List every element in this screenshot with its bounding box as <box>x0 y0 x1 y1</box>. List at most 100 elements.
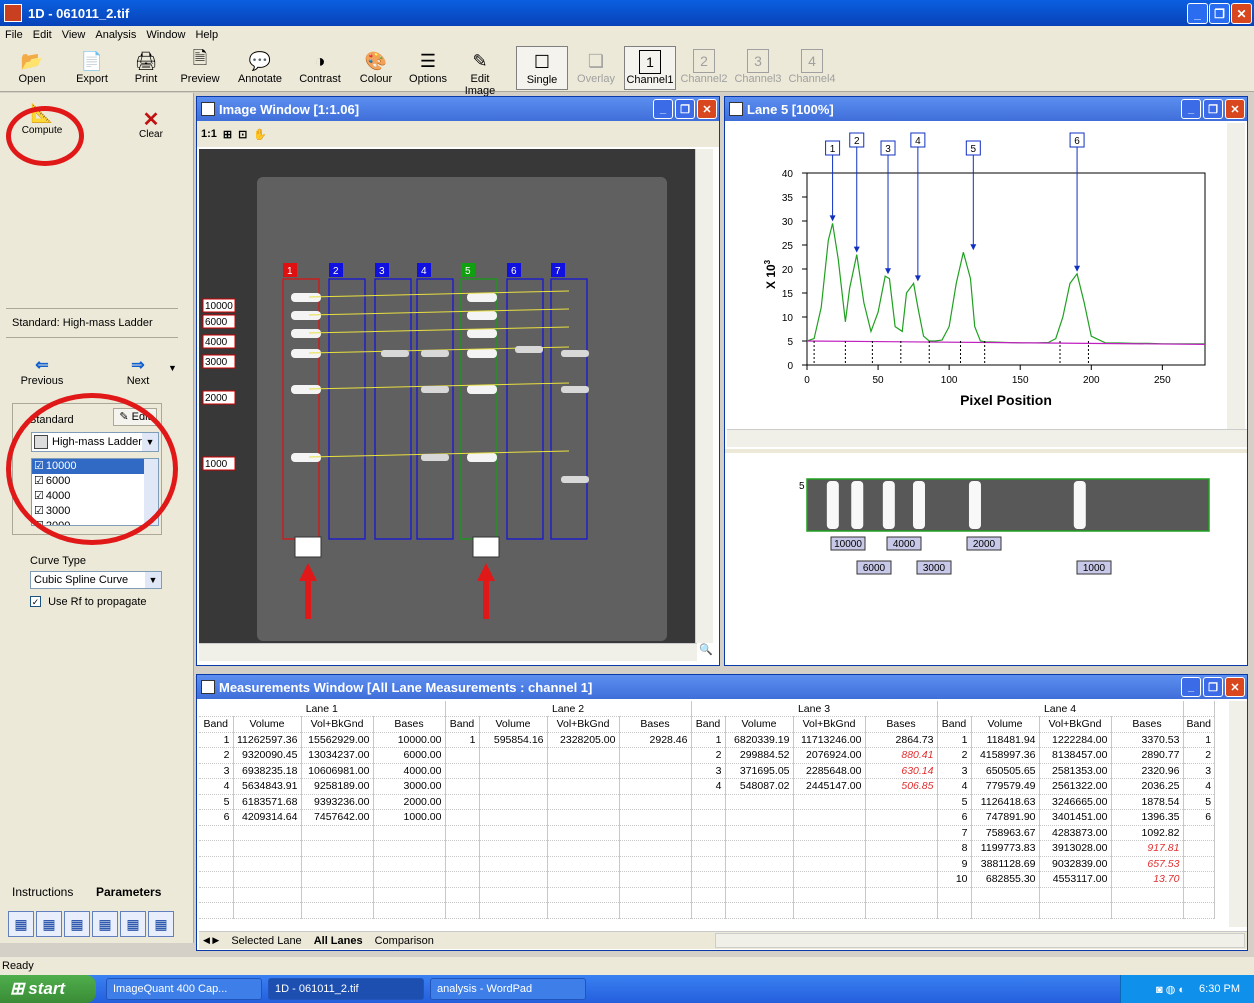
table-row[interactable]: 5 6183571.68 9393236.00 2000.00 5 1126418.63 3… <box>199 794 1216 810</box>
close-button[interactable]: ✕ <box>697 99 717 119</box>
tab-all-lanes[interactable]: All Lanes <box>314 935 363 947</box>
table-cell: 5 <box>937 794 972 810</box>
table-row[interactable]: 6 4209314.64 7457642.00 1000.00 6 747891.90 34… <box>199 809 1216 826</box>
lane-profile-chart[interactable]: 05101520253035400 50 100 150 200 250X 103Pixe… <box>727 123 1247 453</box>
table-row[interactable]: 7 758963.67 4283873.00 1092.82 <box>199 825 1216 841</box>
gel-band <box>291 349 321 358</box>
table-cell: 3 <box>1183 763 1216 779</box>
standard-lane-marker-icon[interactable] <box>472 536 500 558</box>
table-row[interactable]: 9 3881128.69 9032839.00 657.53 <box>199 856 1216 872</box>
edit-icon[interactable]: ▦ <box>148 911 174 937</box>
tab-instructions[interactable]: Instructions <box>12 885 73 899</box>
menu-help[interactable]: Help <box>190 29 223 41</box>
options-button[interactable]: ☰ Options <box>402 46 454 90</box>
maximize-button[interactable]: ❐ <box>1209 3 1230 24</box>
minimize-button[interactable]: _ <box>1181 677 1201 697</box>
zoom-1to1-button[interactable]: 1:1 <box>201 128 217 140</box>
single-button[interactable]: ☐ Single <box>516 46 568 90</box>
curve-type-select[interactable]: Cubic Spline Curve ▼ <box>30 571 162 589</box>
menu-analysis[interactable]: Analysis <box>90 29 141 41</box>
measurements-vertical-scrollbar[interactable] <box>1229 701 1247 927</box>
minimize-button[interactable]: _ <box>1181 99 1201 119</box>
window-icon <box>201 102 215 116</box>
maximize-button[interactable]: ❐ <box>675 99 695 119</box>
print-button[interactable]: 🖨 Print <box>120 46 172 90</box>
tab-scroll-left-icon[interactable]: ◀ ▶ <box>203 935 219 946</box>
clear-button[interactable]: ✕ Clear <box>128 107 174 147</box>
next-dropdown-icon[interactable]: ▼ <box>168 363 177 373</box>
tab-parameters[interactable]: Parameters <box>96 885 161 899</box>
table-row[interactable] <box>199 902 1216 919</box>
column-header: Band <box>691 716 726 733</box>
zoom-region-icon[interactable]: ⊡ <box>238 128 247 141</box>
maximize-button[interactable]: ❐ <box>1203 677 1223 697</box>
channel2-button[interactable]: 2 Channel2 <box>678 46 730 90</box>
table-row[interactable] <box>199 887 1216 903</box>
table-row[interactable]: 10 682855.30 4553117.00 13.70 <box>199 871 1216 888</box>
measurements-horizontal-scrollbar[interactable] <box>715 933 1245 948</box>
horizontal-scrollbar[interactable] <box>199 643 697 661</box>
table-icon[interactable]: ▦ <box>8 911 34 937</box>
menu-window[interactable]: Window <box>141 29 190 41</box>
grid-icon[interactable]: ▦ <box>92 911 118 937</box>
lane-strip-image[interactable] <box>806 478 1210 532</box>
table-cell: 2328205.00 <box>547 732 620 748</box>
close-button[interactable]: ✕ <box>1225 99 1245 119</box>
magnifier-icon[interactable]: 🔍 <box>697 643 715 661</box>
curve-icon[interactable]: ▦ <box>120 911 146 937</box>
use-rf-checkbox[interactable]: ✓ Use Rf to propagate <box>30 596 147 608</box>
table-cell: 5 <box>199 794 234 810</box>
task-imagequant[interactable]: ImageQuant 400 Cap... <box>106 978 262 1000</box>
table-cell <box>1183 902 1216 919</box>
chart-horizontal-scrollbar[interactable] <box>727 429 1247 447</box>
hand-pan-icon[interactable]: ✋ <box>253 128 267 141</box>
open-button[interactable]: 📂 Open <box>6 46 58 90</box>
export-button[interactable]: 📄 Export <box>66 46 118 90</box>
table-row[interactable]: 4 5634843.91 9258189.00 3000.00 4 548087.02 24… <box>199 778 1216 795</box>
table-cell: 2285648.00 <box>793 763 866 779</box>
colour-button[interactable]: 🎨 Colour <box>350 46 402 90</box>
chevron-down-icon: ▼ <box>145 572 161 588</box>
table-row[interactable]: 1 11262597.36 15562929.00 10000.00 1 595854.1… <box>199 732 1216 748</box>
task-wordpad[interactable]: analysis - WordPad <box>430 978 586 1000</box>
tray-icons[interactable]: ◙ ◍ ◐ <box>1156 983 1185 996</box>
tab-selected-lane[interactable]: Selected Lane <box>231 935 301 947</box>
contrast-button[interactable]: ◑ Contrast <box>294 46 346 90</box>
table-active-icon[interactable]: ▦ <box>36 911 62 937</box>
maximize-button[interactable]: ❐ <box>1203 99 1223 119</box>
table-cell: 13.70 <box>1111 871 1184 888</box>
overlay-button[interactable]: ❏ Overlay <box>570 46 622 90</box>
minimize-button[interactable]: _ <box>653 99 673 119</box>
close-button[interactable]: ✕ <box>1225 677 1245 697</box>
zoom-fit-icon[interactable]: ⊞ <box>223 128 232 141</box>
standard-lane-marker-icon[interactable] <box>294 536 322 558</box>
menu-view[interactable]: View <box>57 29 91 41</box>
table-row[interactable]: 3 6938235.18 10606981.00 4000.00 3 371695.05 2… <box>199 763 1216 779</box>
table-cell <box>865 809 938 826</box>
edit-image-button[interactable]: ✎ Edit Image <box>454 46 506 98</box>
channel4-button[interactable]: 4 Channel4 <box>786 46 838 90</box>
lane-strip[interactable]: 5 10000 6000 4000 3000 2000 1000 <box>727 453 1247 663</box>
table-cell <box>619 825 692 841</box>
graph-icon[interactable]: ▦ <box>64 911 90 937</box>
table-row[interactable]: 2 9320090.45 13034237.00 6000.00 2 299884.52 2… <box>199 747 1216 764</box>
vertical-scrollbar[interactable] <box>695 149 713 643</box>
preview-button[interactable]: 🗎 Preview <box>174 46 226 90</box>
channel3-button[interactable]: 3 Channel3 <box>732 46 784 90</box>
table-cell <box>865 840 938 857</box>
menu-edit[interactable]: Edit <box>28 29 57 41</box>
table-cell <box>1039 902 1112 919</box>
menu-file[interactable]: File <box>0 29 28 41</box>
annotate-button[interactable]: 💬 Annotate <box>234 46 286 90</box>
minimize-button[interactable]: _ <box>1187 3 1208 24</box>
start-button[interactable]: ⊞ start <box>0 975 96 1003</box>
close-button[interactable]: ✕ <box>1231 3 1252 24</box>
tab-comparison[interactable]: Comparison <box>375 935 434 947</box>
channel1-button[interactable]: 1 Channel1 <box>624 46 676 90</box>
gel-image[interactable]: 1 2 3 4 5 6 7 10000 6000 4000 3000 2000 1000 <box>199 149 703 643</box>
previous-button[interactable]: ⇐ Previous <box>18 355 66 387</box>
gel-band <box>467 349 497 358</box>
next-button[interactable]: ⇒ Next <box>116 355 160 387</box>
table-row[interactable]: 8 1199773.83 3913028.00 917.81 <box>199 840 1216 857</box>
task-1d[interactable]: 1D - 061011_2.tif <box>268 978 424 1000</box>
